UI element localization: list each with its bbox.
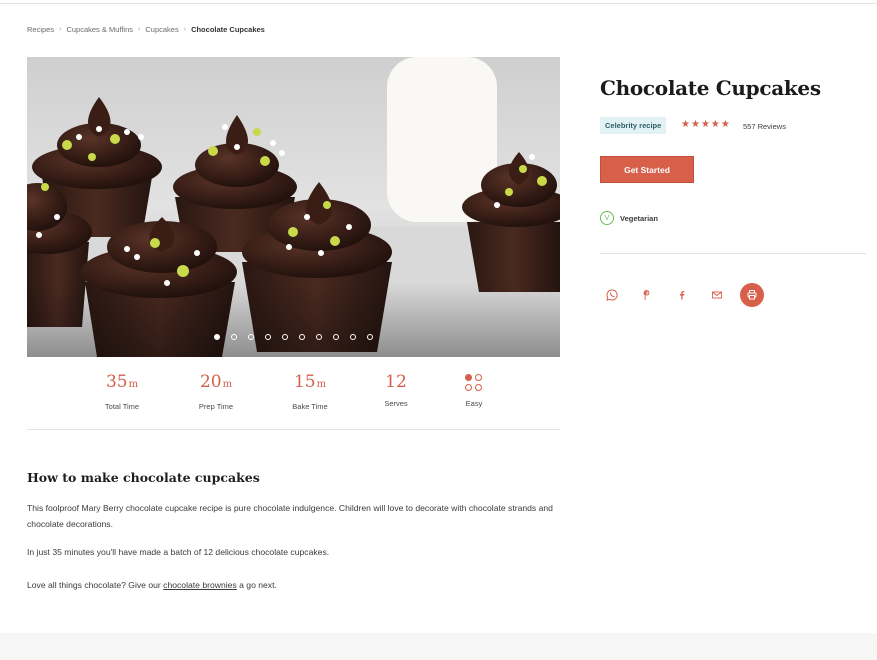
breadcrumb-current: Chocolate Cupcakes [191,25,265,34]
stat-label: Total Time [104,402,140,411]
stat-bake-time: 15m Bake Time [275,372,345,411]
chocolate-cupcakes-photo [27,57,560,357]
paragraph-text: Love all things chocolate? Give our [27,580,164,590]
difficulty-dot [475,384,482,391]
stat-unit: m [316,379,327,390]
reviews-link[interactable]: 557 Reviews [743,122,786,131]
time-paragraph: In just 35 minutes you'll have made a ba… [27,547,330,557]
carousel-dot[interactable] [299,334,305,340]
carousel-dot[interactable] [350,334,356,340]
recipe-title: Chocolate Cupcakes [600,76,821,100]
star-icon: ★ [690,119,700,130]
celebrity-recipe-badge: Celebrity recipe [600,117,667,134]
star-icon: ★ [710,119,720,130]
email-icon [712,291,722,299]
carousel-dot[interactable] [316,334,322,340]
breadcrumb-separator: › [59,26,62,33]
stat-unit: m [128,379,139,390]
difficulty-dot [465,384,472,391]
stat-value: 35 [105,372,128,392]
stat-difficulty: Easy [439,372,509,408]
breadcrumb-separator: › [183,26,187,33]
carousel-dot[interactable] [214,334,220,340]
pinterest-share-button[interactable] [635,283,659,307]
difficulty-icon [465,374,483,392]
rating-stars[interactable]: ★ ★ ★ ★ ★ [681,119,730,130]
breadcrumb-cupcakes-muffins[interactable]: Cupcakes & Muffins [66,25,133,34]
recipe-image-carousel[interactable] [27,57,560,357]
carousel-dots [27,334,560,340]
vegetarian-icon: V [600,211,614,225]
recipe-stats: 35m Total Time 20m Prep Time 15m Bake Ti… [27,372,560,414]
stat-label: Easy [465,399,483,408]
carousel-dot[interactable] [231,334,237,340]
whatsapp-icon [606,289,618,301]
star-icon: ★ [700,119,710,130]
print-icon [747,290,757,300]
stat-value: 20 [199,372,222,392]
carousel-dot[interactable] [265,334,271,340]
top-divider [0,3,877,4]
difficulty-dot [465,374,472,381]
carousel-dot[interactable] [367,334,373,340]
star-icon: ★ [681,119,690,130]
share-buttons [600,283,775,307]
breadcrumb-separator: › [138,26,141,33]
stat-value: 15 [293,372,316,392]
difficulty-dot [475,374,482,381]
chocolate-brownies-link[interactable]: chocolate brownies [163,580,237,590]
diet-tag: V Vegetarian [600,211,658,225]
carousel-dot[interactable] [282,334,288,340]
carousel-dot[interactable] [333,334,339,340]
section-title: How to make chocolate cupcakes [27,470,260,485]
facebook-share-button[interactable] [670,283,694,307]
footer-band [0,633,877,660]
stat-label: Prep Time [198,402,234,411]
stat-total-time: 35m Total Time [87,372,157,411]
stat-serves: 12 Serves [361,372,431,408]
whatsapp-share-button[interactable] [600,283,624,307]
pinterest-icon [643,290,650,300]
breadcrumb: Recipes › Cupcakes & Muffins › Cupcakes … [27,25,265,34]
stat-label: Bake Time [292,402,328,411]
stat-label: Serves [384,399,408,408]
breadcrumb-recipes[interactable]: Recipes [27,25,54,34]
carousel-dot[interactable] [248,334,254,340]
intro-paragraph: This foolproof Mary Berry chocolate cupc… [27,503,553,529]
diet-label: Vegetarian [620,213,658,223]
breadcrumb-cupcakes[interactable]: Cupcakes [145,25,178,34]
star-icon: ★ [720,119,730,130]
get-started-button[interactable]: Get Started [600,156,694,183]
stat-prep-time: 20m Prep Time [181,372,251,411]
print-button[interactable] [740,283,764,307]
next-recipe-paragraph: Love all things chocolate? Give our choc… [27,578,557,594]
facebook-icon [680,291,685,300]
stat-value: 12 [385,372,407,392]
paragraph-text: a go next. [236,580,277,590]
sidebar-divider [600,253,866,254]
content-divider [27,429,560,430]
email-share-button[interactable] [705,283,729,307]
stat-unit: m [222,379,233,390]
